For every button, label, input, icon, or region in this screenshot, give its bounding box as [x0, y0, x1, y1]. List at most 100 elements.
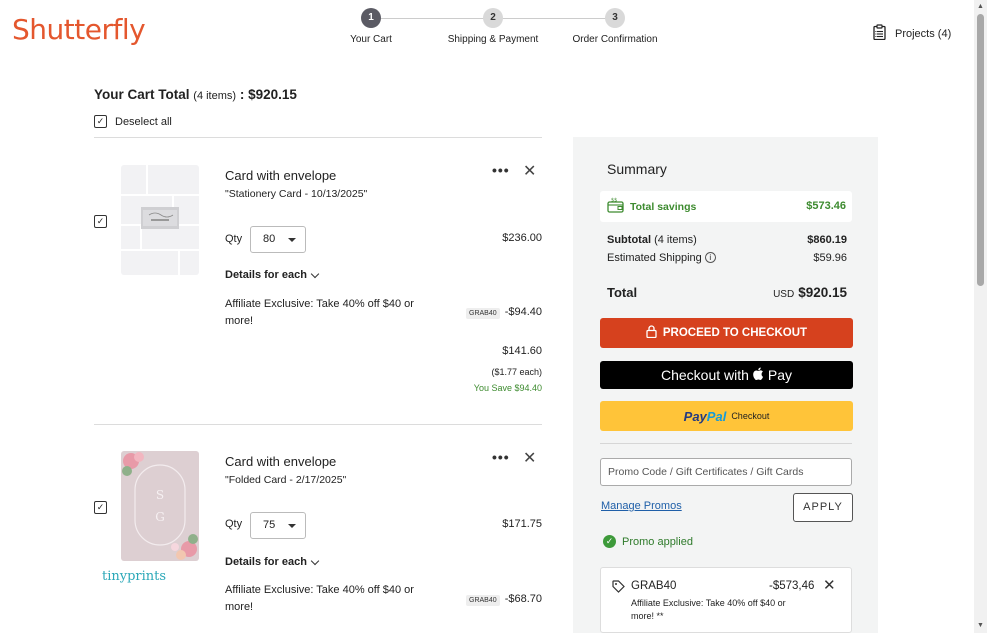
- subtotal-label: Subtotal: [607, 234, 651, 246]
- promo-code-input[interactable]: Promo Code / Gift Certificates / Gift Ca…: [600, 458, 852, 486]
- cart-total-value: $920.15: [248, 87, 297, 102]
- step-label: Shipping & Payment: [447, 34, 539, 45]
- deselect-all-toggle[interactable]: ✓ Deselect all: [94, 115, 172, 128]
- clipboard-icon: [872, 24, 887, 43]
- scrollbar-thumb[interactable]: [977, 14, 984, 286]
- quantity-dropdown[interactable]: 80: [250, 226, 306, 253]
- shipping-row: Estimated Shipping i $59.96: [607, 252, 847, 264]
- item-subtitle: "Stationery Card - 10/13/2025": [225, 188, 368, 200]
- tinyprints-brand-logo: tinyprints: [102, 569, 167, 584]
- order-summary-panel: Summary $$ Total savings $573.46 Subtota…: [573, 137, 878, 633]
- chevron-down-icon: [310, 556, 320, 565]
- savings-value: $573.46: [806, 200, 846, 212]
- check-circle-icon: ✓: [603, 535, 616, 548]
- step-your-cart: 1 Your Cart: [321, 8, 421, 45]
- applied-promo-card: GRAB40 -$573,46 ✕ Affiliate Exclusive: T…: [600, 567, 852, 633]
- projects-label: Projects (4): [895, 27, 952, 40]
- proceed-to-checkout-button[interactable]: PROCEED TO CHECKOUT: [600, 318, 853, 348]
- page-scrollbar[interactable]: ▲ ▼: [974, 0, 987, 633]
- step-number: 2: [483, 8, 503, 28]
- qty-label: Qty: [225, 518, 243, 530]
- details-for-each-toggle[interactable]: Details for each: [225, 269, 320, 281]
- svg-text:G: G: [155, 510, 165, 524]
- apple-pay-suffix: Pay: [767, 367, 793, 383]
- total-label: Total: [607, 285, 638, 300]
- subtotal-value: $860.19: [807, 234, 847, 246]
- item-subtitle: "Folded Card - 2/17/2025": [225, 474, 347, 486]
- apple-pay-button[interactable]: Checkout with Pay: [600, 361, 853, 389]
- remove-item-close-icon[interactable]: ✕: [523, 448, 536, 468]
- more-options-icon[interactable]: •••: [492, 162, 510, 178]
- details-label: Details for each: [225, 269, 307, 281]
- chevron-down-icon: [288, 238, 296, 242]
- step-number: 3: [605, 8, 625, 28]
- deselect-all-checkbox[interactable]: ✓: [94, 115, 107, 128]
- svg-text:S: S: [156, 488, 164, 502]
- checkout-stepper: 1 Your Cart 2 Shipping & Payment 3 Order…: [330, 8, 670, 48]
- product-thumbnail[interactable]: [121, 165, 199, 275]
- cart-total-separator: :: [236, 87, 249, 102]
- promo-discount-amount: -$94.40: [504, 306, 542, 318]
- promo-discount-amount: -$68.70: [504, 593, 542, 605]
- total-value: $920.15: [798, 285, 847, 300]
- info-icon[interactable]: i: [704, 252, 716, 263]
- subtotal-count: (4 items): [654, 234, 697, 246]
- remove-item-close-icon[interactable]: ✕: [523, 161, 536, 181]
- details-label: Details for each: [225, 556, 307, 568]
- promo-code-badge: GRAB40: [466, 308, 500, 319]
- step-label: Your Cart: [350, 34, 392, 45]
- promo-description: Affiliate Exclusive: Take 40% off $40 or…: [225, 298, 414, 327]
- more-options-icon[interactable]: •••: [492, 449, 510, 465]
- paypal-checkout-button[interactable]: PayPal Checkout: [600, 401, 853, 431]
- paypal-checkout-label: Checkout: [731, 411, 770, 421]
- shutterfly-logo[interactable]: Shutterfly: [12, 13, 146, 46]
- chevron-down-icon: [288, 524, 296, 528]
- savings-label: Total savings: [630, 201, 697, 213]
- tag-icon: [612, 580, 625, 598]
- item-select-checkbox[interactable]: ✓: [94, 501, 107, 514]
- item-each-price: ($1.77 each): [491, 367, 542, 377]
- chevron-down-icon: [310, 269, 320, 278]
- apple-pay-prefix: Checkout with: [660, 367, 749, 383]
- subtotal-row: Subtotal (4 items) $860.19: [607, 234, 847, 246]
- cart-item: ✓ Card with envelope "Stationery Card - …: [94, 137, 542, 425]
- promo-applied-label: Promo applied: [622, 535, 693, 548]
- applied-promo-amount: -$573,46: [769, 580, 815, 592]
- step-label: Order Confirmation: [572, 34, 658, 45]
- item-select-checkbox[interactable]: ✓: [94, 215, 107, 228]
- item-price: $171.75: [502, 518, 542, 530]
- promo-applied-status: ✓ Promo applied: [603, 535, 693, 548]
- shipping-value: $59.96: [813, 252, 847, 264]
- promo-description: Affiliate Exclusive: Take 40% off $40 or…: [225, 584, 414, 613]
- cart-items-count: (4 items): [193, 90, 237, 102]
- scroll-down-arrow-icon[interactable]: ▼: [976, 621, 985, 631]
- step-order-confirmation: 3 Order Confirmation: [565, 8, 665, 45]
- product-thumbnail[interactable]: S G: [121, 451, 199, 561]
- cart-total-heading: Your Cart Total (4 items) : $920.15: [94, 87, 297, 102]
- item-title: Card with envelope: [225, 454, 337, 469]
- item-price: $236.00: [502, 232, 542, 244]
- total-savings-box: $$ Total savings $573.46: [600, 191, 852, 222]
- item-you-save: You Save $94.40: [473, 383, 542, 393]
- apply-button[interactable]: APPLY: [793, 493, 853, 522]
- currency-label: USD: [773, 289, 795, 300]
- cart-item: ✓ S G tinyprints Card with envelope "Fol…: [94, 424, 542, 633]
- projects-link[interactable]: Projects (4): [872, 24, 951, 43]
- manage-promos-link[interactable]: Manage Promos: [601, 500, 682, 512]
- promo-code-badge: GRAB40: [466, 595, 500, 606]
- svg-text:$$: $$: [611, 198, 617, 204]
- quantity-dropdown[interactable]: 75: [250, 512, 306, 539]
- remove-promo-close-icon[interactable]: ✕: [823, 576, 836, 594]
- step-shipping-payment: 2 Shipping & Payment: [443, 8, 543, 45]
- item-title: Card with envelope: [225, 168, 337, 183]
- divider: [600, 443, 852, 444]
- scroll-up-arrow-icon[interactable]: ▲: [976, 2, 985, 12]
- details-for-each-toggle[interactable]: Details for each: [225, 556, 320, 568]
- applied-promo-code: GRAB40: [631, 580, 677, 592]
- item-final-price: $141.60: [502, 345, 542, 357]
- qty-value: 75: [263, 519, 276, 531]
- qty-label: Qty: [225, 233, 243, 245]
- applied-promo-description: Affiliate Exclusive: Take 40% off $40 or…: [631, 598, 786, 621]
- total-row: Total USD $920.15: [607, 284, 847, 302]
- paypal-logo: PayPal: [683, 408, 727, 424]
